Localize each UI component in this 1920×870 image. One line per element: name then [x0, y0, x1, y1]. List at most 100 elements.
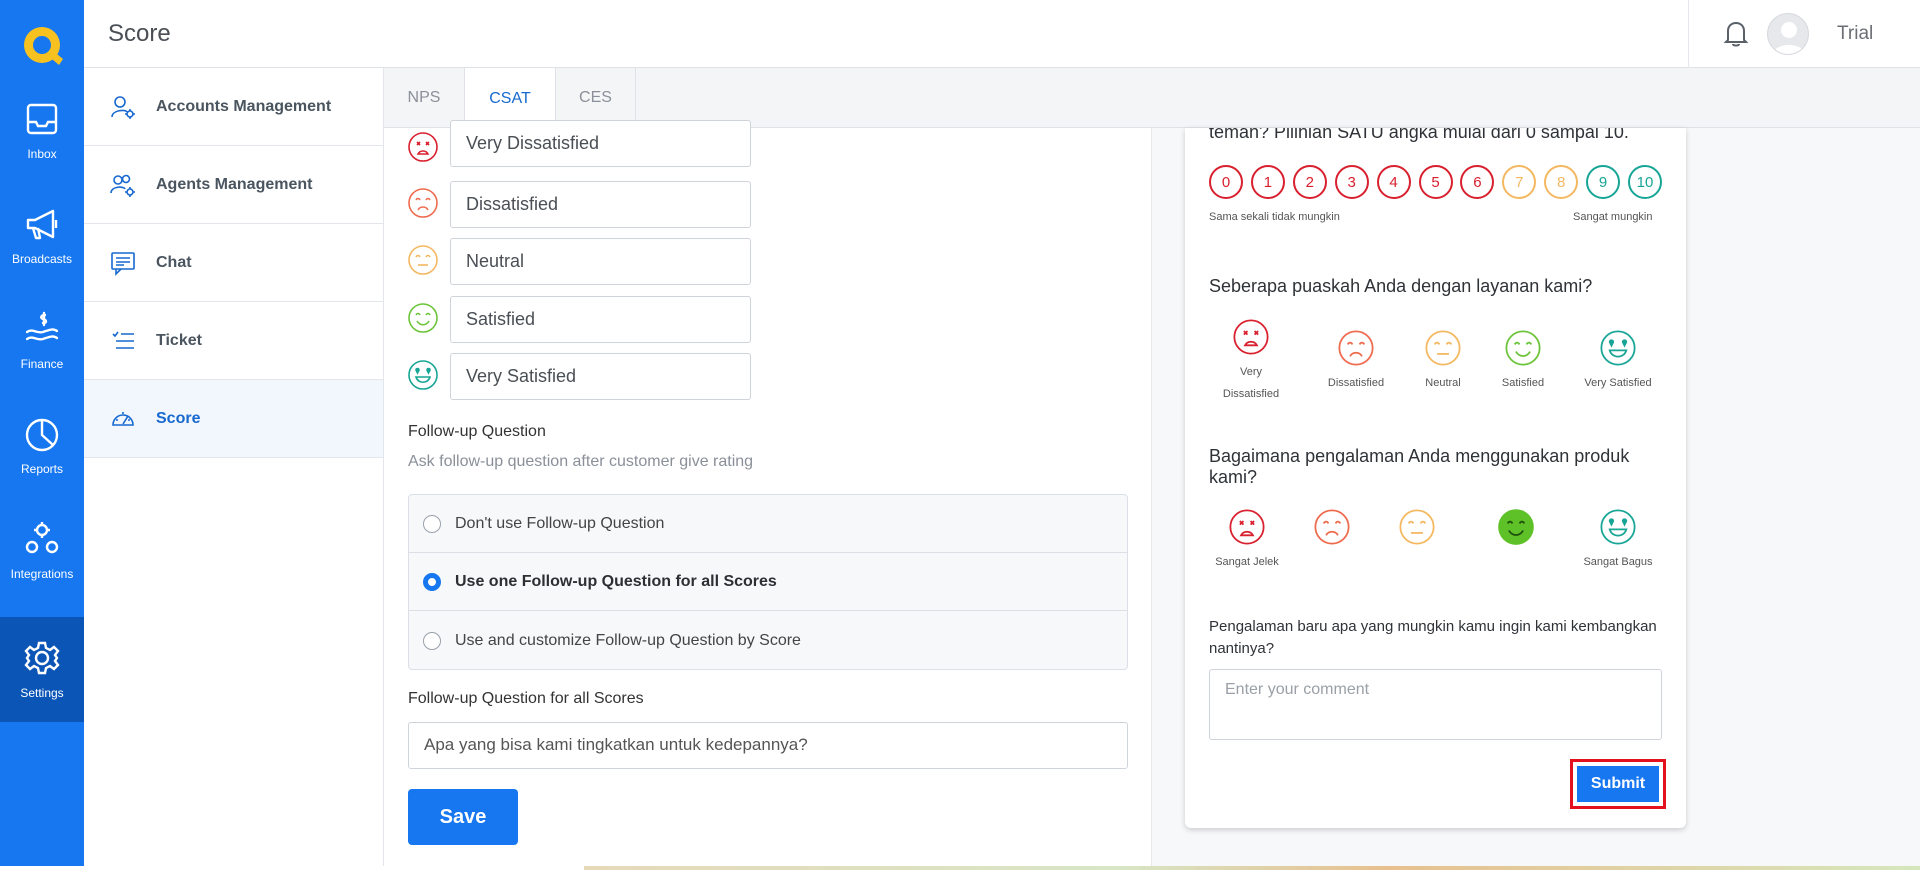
- nps-score-3[interactable]: 3: [1334, 165, 1369, 199]
- nps-question: teman? Pilihlah SATU angka mulai dari 0 …: [1209, 128, 1629, 142]
- radio-one-followup[interactable]: [423, 572, 441, 591]
- neutral-label-input[interactable]: Neutral: [450, 238, 751, 285]
- csat-question: Seberapa puaskah Anda dengan layanan kam…: [1209, 276, 1593, 296]
- satisfied-label-input[interactable]: Satisfied: [450, 296, 751, 343]
- nps-score-2[interactable]: 2: [1292, 165, 1327, 199]
- subnav-item-ticket[interactable]: Ticket: [84, 302, 383, 380]
- ces-very-bad-face-icon[interactable]: [1228, 508, 1266, 546]
- subnav-label: Score: [156, 409, 201, 427]
- nps-score-0[interactable]: 0: [1209, 165, 1243, 199]
- dissatisfied-label-input[interactable]: Dissatisfied: [450, 181, 751, 228]
- account-gear-icon: [111, 95, 135, 119]
- nps-score-9[interactable]: 9: [1586, 165, 1621, 199]
- rail-broadcasts[interactable]: Broadcasts: [0, 183, 84, 288]
- nps-score-7[interactable]: 7: [1502, 165, 1537, 199]
- option-label: Use one Follow-up Question for all Score…: [455, 572, 777, 590]
- checklist-icon: [112, 331, 134, 349]
- gauge-icon: [112, 411, 134, 426]
- neutral-face-icon: [408, 245, 438, 275]
- user-name[interactable]: Trial: [1837, 23, 1873, 45]
- option-label: Don't use Follow-up Question: [455, 514, 665, 532]
- satisfied-face-icon[interactable]: [1504, 329, 1542, 367]
- subnav-item-accounts-management[interactable]: Accounts Management: [84, 68, 383, 146]
- option-custom-followup[interactable]: Use and customize Follow-up Question by …: [409, 612, 1127, 669]
- option-label: Use and customize Follow-up Question by …: [455, 632, 801, 649]
- settings-subnav: Accounts Management Agents Management Ch…: [84, 68, 384, 866]
- comment-question: Pengalaman baru apa yang mungkin kamu in…: [1209, 618, 1657, 657]
- gear-icon: [24, 641, 60, 675]
- submit-button[interactable]: Submit: [1577, 766, 1659, 802]
- pie-chart-icon: [25, 418, 59, 452]
- ces-neutral-face-icon[interactable]: [1398, 508, 1436, 546]
- subnav-item-score[interactable]: Score: [84, 380, 383, 458]
- header-divider: [1688, 0, 1689, 68]
- very-satisfied-face-icon[interactable]: [1599, 329, 1637, 367]
- very-satisfied-face-icon: [408, 360, 438, 390]
- very-satisfied-label-input[interactable]: Very Satisfied: [450, 353, 751, 400]
- rail-integrations-label: Integrations: [10, 567, 74, 581]
- very-dissatisfied-face-icon[interactable]: [1232, 318, 1270, 356]
- nps-score-8[interactable]: 8: [1544, 165, 1579, 199]
- subnav-item-chat[interactable]: Chat: [84, 224, 383, 302]
- ces-bad-face-icon[interactable]: [1313, 508, 1351, 546]
- ces-very-good-face-icon[interactable]: [1599, 508, 1637, 546]
- neutral-face-icon[interactable]: [1424, 329, 1462, 367]
- csat-form: Very Dissatisfied Dissatisfied Neutral S…: [384, 120, 1151, 866]
- ces-right-label: Sangat Bagus: [1583, 556, 1653, 568]
- nps-score-5[interactable]: 5: [1418, 165, 1453, 199]
- rail-inbox[interactable]: Inbox: [0, 78, 84, 183]
- bell-icon[interactable]: [1722, 18, 1750, 48]
- nps-score-10[interactable]: 10: [1628, 165, 1662, 199]
- option-no-followup[interactable]: Don't use Follow-up Question: [409, 495, 1127, 553]
- rail-settings[interactable]: Settings: [0, 617, 84, 722]
- nps-score-4[interactable]: 4: [1376, 165, 1411, 199]
- nps-score-1[interactable]: 1: [1250, 165, 1285, 199]
- rail-reports[interactable]: Reports: [0, 393, 84, 498]
- rail-finance[interactable]: Finance: [0, 288, 84, 393]
- main-nav-rail: Inbox Broadcasts Finance Reports Integra…: [0, 0, 84, 866]
- comment-textarea[interactable]: Enter your comment: [1209, 669, 1662, 740]
- csat-label-very-satisfied: Very Satisfied: [1584, 377, 1652, 389]
- ces-question: Bagaimana pengalaman Anda menggunakan pr…: [1209, 446, 1630, 487]
- satisfied-face-icon: [408, 303, 438, 333]
- app-root: Inbox Broadcasts Finance Reports Integra…: [0, 0, 1920, 870]
- followup-subtitle: Ask follow-up question after customer gi…: [408, 453, 754, 470]
- subnav-label: Agents Management: [156, 175, 313, 193]
- subnav-item-agents-management[interactable]: Agents Management: [84, 146, 383, 224]
- csat-label-neutral: Neutral: [1425, 377, 1461, 389]
- very-dissatisfied-label-input[interactable]: Very Dissatisfied: [450, 120, 751, 167]
- avatar[interactable]: [1767, 13, 1809, 55]
- dissatisfied-face-icon[interactable]: [1337, 329, 1375, 367]
- agents-gear-icon: [110, 174, 135, 197]
- rail-integrations[interactable]: Integrations: [0, 498, 84, 603]
- ces-good-face-selected-icon[interactable]: [1497, 508, 1535, 546]
- finance-icon: [25, 311, 59, 341]
- nps-score-6[interactable]: 6: [1460, 165, 1495, 199]
- save-button[interactable]: Save: [408, 789, 518, 845]
- csat-label-satisfied: Satisfied: [1501, 377, 1545, 389]
- rail-broadcasts-label: Broadcasts: [11, 252, 73, 266]
- score-tabs: NPS CSAT CES: [384, 68, 1920, 129]
- qontak-logo[interactable]: [19, 23, 65, 69]
- preview-card: teman? Pilihlah SATU angka mulai dari 0 …: [1185, 128, 1686, 828]
- csat-label-dissatisfied: Dissatisfied: [1327, 377, 1385, 389]
- tab-ces[interactable]: CES: [556, 68, 636, 128]
- subnav-label: Ticket: [156, 331, 202, 349]
- tab-nps[interactable]: NPS: [384, 68, 465, 128]
- dissatisfied-face-icon: [408, 188, 438, 218]
- option-one-followup[interactable]: Use one Follow-up Question for all Score…: [409, 553, 1127, 611]
- radio-no-followup[interactable]: [423, 514, 441, 533]
- radio-custom-followup[interactable]: [423, 632, 441, 650]
- integrations-icon: [25, 522, 59, 554]
- nps-right-label: Sangat mungkin: [1573, 211, 1653, 223]
- followup-options: Don't use Follow-up Question Use one Fol…: [408, 494, 1128, 670]
- subnav-label: Chat: [156, 253, 192, 271]
- submit-highlight: Submit: [1570, 759, 1666, 809]
- inbox-icon: [26, 103, 58, 135]
- followup-question-input[interactable]: Apa yang bisa kami tingkatkan untuk kede…: [408, 722, 1128, 769]
- very-dissatisfied-face-icon: [408, 132, 438, 162]
- megaphone-icon: [26, 209, 58, 240]
- rail-inbox-label: Inbox: [27, 147, 57, 161]
- bottom-strip: [584, 866, 1920, 870]
- csat-label-very-dissatisfied: Very Dissatisfied: [1222, 366, 1280, 400]
